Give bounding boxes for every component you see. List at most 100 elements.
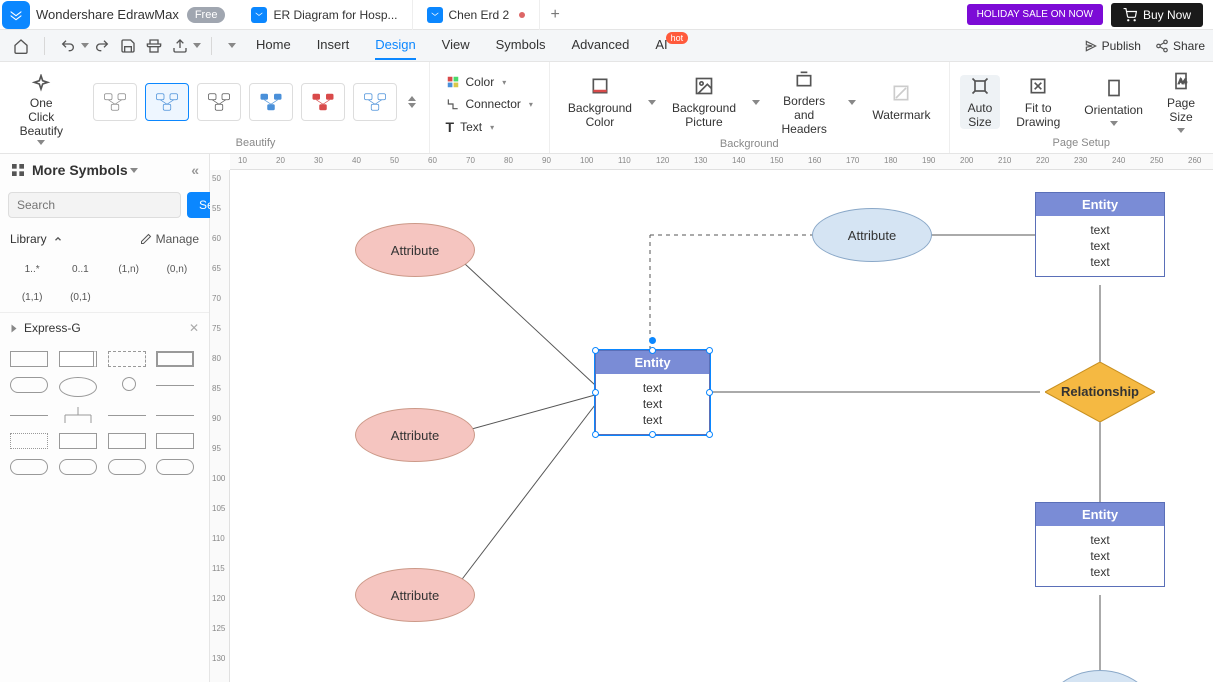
theme-more-button[interactable] <box>405 96 419 108</box>
customize-quickbar[interactable] <box>228 43 236 48</box>
buy-now-button[interactable]: Buy Now <box>1111 3 1203 27</box>
app-logo <box>2 1 30 29</box>
publish-button[interactable]: Publish <box>1084 39 1141 53</box>
save-button[interactable] <box>115 33 141 59</box>
shape-line4[interactable] <box>156 415 194 416</box>
connector-dropdown[interactable]: Connector▾ <box>440 94 539 114</box>
card-item[interactable]: (1,1) <box>12 286 52 308</box>
theme-3[interactable] <box>197 83 241 121</box>
shape-line2[interactable] <box>10 415 48 416</box>
entity-node[interactable]: Entity texttexttext <box>1035 192 1165 277</box>
resize-handle[interactable] <box>592 389 599 396</box>
resize-handle[interactable] <box>592 431 599 438</box>
page-size-button[interactable]: A4Page Size <box>1159 70 1203 133</box>
menu-symbols[interactable]: Symbols <box>496 31 546 60</box>
shape-line[interactable] <box>156 385 194 386</box>
beautify-group-label: Beautify <box>236 135 276 151</box>
resize-handle[interactable] <box>649 431 656 438</box>
card-item[interactable]: (0,1) <box>60 286 100 308</box>
theme-6[interactable] <box>353 83 397 121</box>
chevron-up-icon[interactable] <box>53 234 63 244</box>
redo-button[interactable] <box>89 33 115 59</box>
shape-tree[interactable] <box>59 407 97 423</box>
add-tab-button[interactable]: + <box>540 6 570 24</box>
text-dropdown[interactable]: TText▾ <box>440 116 539 138</box>
menu-home[interactable]: Home <box>256 31 291 60</box>
card-item[interactable]: 1..* <box>12 258 52 280</box>
card-item[interactable]: (1,n) <box>109 258 149 280</box>
menu-insert[interactable]: Insert <box>317 31 350 60</box>
entity-node-selected[interactable]: Entity texttexttext <box>595 350 710 435</box>
shape-rect-dashed[interactable] <box>108 351 146 367</box>
fit-to-drawing-button[interactable]: Fit to Drawing <box>1008 75 1068 129</box>
entity-node[interactable]: Entity texttexttext <box>1035 502 1165 587</box>
shape-round-rect[interactable] <box>10 377 48 393</box>
menu-view[interactable]: View <box>442 31 470 60</box>
collapse-sidebar-button[interactable]: « <box>191 162 199 178</box>
export-dropdown[interactable] <box>193 43 201 48</box>
canvas[interactable]: Attribute Attribute Attribute Attribute … <box>230 170 1213 682</box>
rotate-handle[interactable] <box>649 337 656 344</box>
one-click-beautify-button[interactable]: One Click Beautify <box>10 74 73 145</box>
background-color-button[interactable]: Background Color <box>560 75 640 129</box>
shape-rect-split[interactable] <box>59 351 97 367</box>
menu-advanced[interactable]: Advanced <box>571 31 629 60</box>
theme-5[interactable] <box>301 83 345 121</box>
attribute-node[interactable]: Attribute <box>355 223 475 277</box>
undo-button[interactable] <box>55 33 81 59</box>
theme-1[interactable] <box>93 83 137 121</box>
tab-chen-erd[interactable]: Chen Erd 2 <box>413 0 541 30</box>
shape-rect5[interactable] <box>156 433 194 449</box>
theme-4[interactable] <box>249 83 293 121</box>
watermark-button[interactable]: Watermark <box>864 82 938 122</box>
resize-handle[interactable] <box>649 347 656 354</box>
bg-color-dropdown[interactable] <box>648 100 656 105</box>
search-input[interactable] <box>8 192 181 218</box>
background-picture-button[interactable]: Background Picture <box>664 75 744 129</box>
shape-circle[interactable] <box>122 377 136 391</box>
home-button[interactable] <box>8 33 34 59</box>
resize-handle[interactable] <box>706 347 713 354</box>
menu-ai[interactable]: AIhot <box>655 31 690 60</box>
close-section-button[interactable]: ✕ <box>189 321 199 335</box>
shape-rect2[interactable] <box>10 433 48 449</box>
share-button[interactable]: Share <box>1155 39 1205 53</box>
bg-picture-dropdown[interactable] <box>752 100 760 105</box>
main-menu: Home Insert Design View Symbols Advanced… <box>256 31 690 60</box>
attribute-node[interactable]: Attribute <box>355 408 475 462</box>
attribute-node-blue[interactable]: Attribute <box>812 208 932 262</box>
shape-line3[interactable] <box>108 415 146 416</box>
undo-dropdown[interactable] <box>81 43 89 48</box>
attribute-node[interactable]: Attribute <box>355 568 475 622</box>
theme-2[interactable] <box>145 83 189 121</box>
attribute-node-partial[interactable] <box>1040 670 1160 682</box>
shape-oval[interactable] <box>59 377 97 397</box>
resize-handle[interactable] <box>592 347 599 354</box>
express-g-section[interactable]: Express-G ✕ <box>0 312 209 343</box>
shape-round4[interactable] <box>108 459 146 475</box>
tab-er-diagram[interactable]: ER Diagram for Hosp... <box>237 0 412 30</box>
relationship-node[interactable]: Relationship <box>1045 362 1155 422</box>
resize-handle[interactable] <box>706 389 713 396</box>
card-item[interactable]: (0,n) <box>157 258 197 280</box>
shape-rect[interactable] <box>10 351 48 367</box>
card-item[interactable]: 0..1 <box>60 258 100 280</box>
color-dropdown[interactable]: Color▾ <box>440 72 539 92</box>
shape-rect4[interactable] <box>108 433 146 449</box>
shape-round5[interactable] <box>156 459 194 475</box>
export-button[interactable] <box>167 33 193 59</box>
pagesize-icon: A4 <box>1170 70 1192 92</box>
print-button[interactable] <box>141 33 167 59</box>
shape-round2[interactable] <box>10 459 48 475</box>
shape-rect-thick[interactable] <box>156 351 194 367</box>
orientation-button[interactable]: Orientation <box>1076 77 1151 126</box>
menu-design[interactable]: Design <box>375 31 415 60</box>
shape-rect3[interactable] <box>59 433 97 449</box>
manage-button[interactable]: Manage <box>140 232 199 246</box>
sale-button[interactable]: HOLIDAY SALE ON NOW <box>967 4 1103 25</box>
borders-dropdown[interactable] <box>848 100 856 105</box>
auto-size-button[interactable]: Auto Size <box>960 75 1001 129</box>
borders-headers-button[interactable]: Borders and Headers <box>768 68 840 136</box>
shape-round3[interactable] <box>59 459 97 475</box>
resize-handle[interactable] <box>706 431 713 438</box>
